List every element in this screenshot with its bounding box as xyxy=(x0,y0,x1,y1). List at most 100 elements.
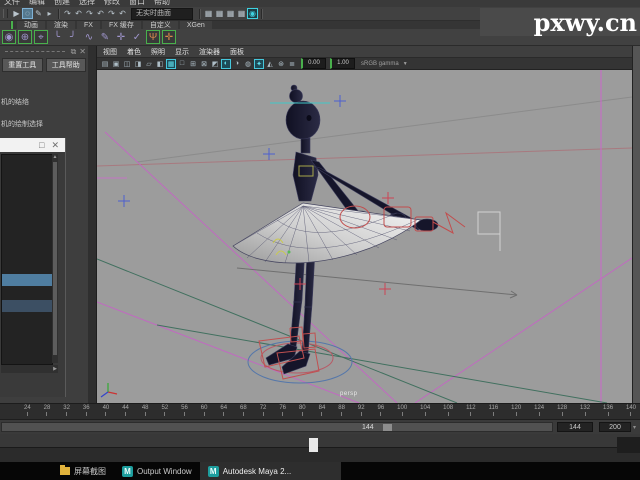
list-item-highlighted[interactable] xyxy=(2,300,52,312)
shelf-bone-edit-icon[interactable]: ✛ xyxy=(162,30,176,44)
scroll-up-icon[interactable]: ▲ xyxy=(52,154,58,161)
menu-item[interactable]: 编辑 xyxy=(29,0,45,7)
viewport-canvas[interactable]: persp xyxy=(97,70,632,403)
snap-surface-icon[interactable]: ↷ xyxy=(106,8,117,19)
lasso-select-icon[interactable]: ◌ xyxy=(22,8,33,19)
shelf-tab[interactable]: 动画 xyxy=(17,21,45,29)
snap-plane-icon[interactable]: ↶ xyxy=(95,8,106,19)
shelf-insert-joint-icon[interactable]: ✛ xyxy=(114,30,128,44)
shelf-ik-spline-icon[interactable]: ∿ xyxy=(82,30,96,44)
vp-camera-attrs-icon[interactable]: ◫ xyxy=(122,59,132,69)
vp-lighting-icon[interactable]: ⊛ xyxy=(276,59,286,69)
shelf-tab-clipped[interactable]: … xyxy=(0,21,10,29)
vp-grid-icon[interactable]: ▦ xyxy=(166,59,176,69)
shelf-ik-handle-icon[interactable]: ╯ xyxy=(66,30,80,44)
taskbar-item[interactable]: M Output Window xyxy=(114,462,200,480)
viewport-menu-item[interactable]: 面板 xyxy=(230,47,244,57)
vp-shaded-icon[interactable]: ✦ xyxy=(254,59,264,69)
playblast-icon[interactable]: ◉ xyxy=(247,8,258,19)
exposure-field[interactable]: 0.00 xyxy=(301,58,326,69)
menu-item[interactable]: 帮助 xyxy=(154,0,170,7)
panel-close-icon[interactable]: ✕ xyxy=(79,47,86,56)
list-item-selected[interactable] xyxy=(2,274,52,286)
range-slider-track[interactable]: 144 xyxy=(1,422,553,432)
close-icon[interactable]: ✕ xyxy=(51,140,59,150)
panel-float-icon[interactable]: ⧉ xyxy=(71,47,77,56)
expand-group-icon[interactable]: ▸ xyxy=(44,8,55,19)
taskbar-item[interactable]: M 屏幕截图 xyxy=(52,462,114,480)
vp-safe-action-icon[interactable]: ◐ xyxy=(221,59,231,69)
scroll-right-icon[interactable]: ▶ xyxy=(53,366,57,372)
render-settings-icon[interactable]: ▦ xyxy=(214,8,225,19)
shelf-tab[interactable]: 渲染 xyxy=(47,21,75,29)
floating-window-titlebar[interactable]: □ ✕ xyxy=(0,138,65,152)
taskbar-item[interactable]: M Autodesk Maya 2... xyxy=(200,462,341,480)
viewport-menu-item[interactable]: 着色 xyxy=(127,47,141,57)
viewport-menu-item[interactable]: 渲染器 xyxy=(199,47,220,57)
gamma-field[interactable]: 1.00 xyxy=(330,58,355,69)
scene-3d[interactable] xyxy=(97,70,632,403)
vertical-scrollbar[interactable]: ▲ xyxy=(52,154,58,363)
panel-gutter[interactable] xyxy=(88,46,97,403)
shelf-bone-tool-icon[interactable]: Ψ xyxy=(146,30,160,44)
color-space-dropdown[interactable]: sRGB gamma ▼ xyxy=(361,61,408,67)
menu-item[interactable]: 创建 xyxy=(54,0,70,7)
render-view-icon[interactable]: ▦ xyxy=(236,8,247,19)
menu-item[interactable]: 文件 xyxy=(4,0,20,7)
snap-grid-icon[interactable]: ↷ xyxy=(62,8,73,19)
shelf-target-weld-icon[interactable]: ⌖ xyxy=(34,30,48,44)
vp-film-gate-icon[interactable]: □ xyxy=(177,59,187,69)
shelf-tab[interactable]: 自定义 xyxy=(143,21,178,29)
vp-image-plane-icon[interactable]: ▱ xyxy=(144,59,154,69)
statusline-grip[interactable] xyxy=(3,9,8,18)
hypershade-icon[interactable]: ▦ xyxy=(225,8,236,19)
range-slider-handle[interactable] xyxy=(383,424,392,431)
viewport-menu-item[interactable]: 显示 xyxy=(175,47,189,57)
snap-curve-icon[interactable]: ↶ xyxy=(73,8,84,19)
vp-xray-icon[interactable]: ≣ xyxy=(287,59,297,69)
construction-history-icon[interactable]: ▦ xyxy=(203,8,214,19)
menu-item[interactable]: 选择 xyxy=(79,0,95,7)
vp-textured-icon[interactable]: ◭ xyxy=(265,59,275,69)
vp-resolution-gate-icon[interactable]: ⊞ xyxy=(188,59,198,69)
reference-rectangle[interactable] xyxy=(478,212,500,251)
panel-drag-handle[interactable] xyxy=(5,51,65,52)
time-slider[interactable]: 24 28 32 36 40 44 48 52 56 60 xyxy=(0,403,640,419)
minimize-icon[interactable]: □ xyxy=(39,140,44,150)
shelf-lattice-sphere-icon[interactable]: ⊕ xyxy=(18,30,32,44)
shelf-mirror-joint-icon[interactable]: ✓ xyxy=(130,30,144,44)
menu-item[interactable]: 窗口 xyxy=(129,0,145,7)
snap-point-icon[interactable]: ↷ xyxy=(84,8,95,19)
playback-end-field[interactable]: 200 xyxy=(599,422,631,432)
outliner-list[interactable] xyxy=(1,154,53,365)
shelf-create-joint-icon[interactable]: ╰ xyxy=(50,30,64,44)
viewport-menu-item[interactable]: 视图 xyxy=(103,47,117,57)
select-tool-icon[interactable]: ▶ xyxy=(11,8,22,19)
live-surface-field[interactable]: 无实时曲面 xyxy=(131,8,193,20)
playback-start-field[interactable]: 144 xyxy=(557,422,593,432)
right-panel-strip[interactable] xyxy=(632,46,640,403)
scrollbar-thumb[interactable] xyxy=(53,162,57,355)
horizontal-scrollbar[interactable]: ▶ xyxy=(1,365,58,373)
menu-item[interactable]: 修改 xyxy=(104,0,120,7)
vp-wireframe-icon[interactable]: ◍ xyxy=(243,59,253,69)
vp-2d-pan-icon[interactable]: ◧ xyxy=(155,59,165,69)
vp-select-camera-icon[interactable]: ▤ xyxy=(100,59,110,69)
vp-safe-title-icon[interactable]: ◑ xyxy=(232,59,242,69)
reset-tool-button[interactable]: 重置工具 xyxy=(2,58,43,72)
shelf-tab[interactable]: FX 缓存 xyxy=(102,21,141,29)
shelf-tab[interactable]: XGen xyxy=(180,21,212,29)
paint-select-icon[interactable]: ✎ xyxy=(33,8,44,19)
vp-lock-camera-icon[interactable]: ▣ xyxy=(111,59,121,69)
ballerina-character[interactable] xyxy=(233,85,438,374)
vp-gate-mask-icon[interactable]: ⊠ xyxy=(199,59,209,69)
viewport-menu-item[interactable]: 照明 xyxy=(151,47,165,57)
make-live-icon[interactable]: ↶ xyxy=(117,8,128,19)
vp-field-chart-icon[interactable]: ◩ xyxy=(210,59,220,69)
vp-bookmark-icon[interactable]: ◨ xyxy=(133,59,143,69)
chevron-down-icon[interactable]: ▾ xyxy=(633,424,636,431)
shelf-tab[interactable]: FX xyxy=(77,21,100,29)
shelf-skeleton-icon[interactable]: ◉ xyxy=(2,30,16,44)
tool-help-button[interactable]: 工具帮助 xyxy=(46,58,87,72)
shelf-edit-joint-icon[interactable]: ✎ xyxy=(98,30,112,44)
